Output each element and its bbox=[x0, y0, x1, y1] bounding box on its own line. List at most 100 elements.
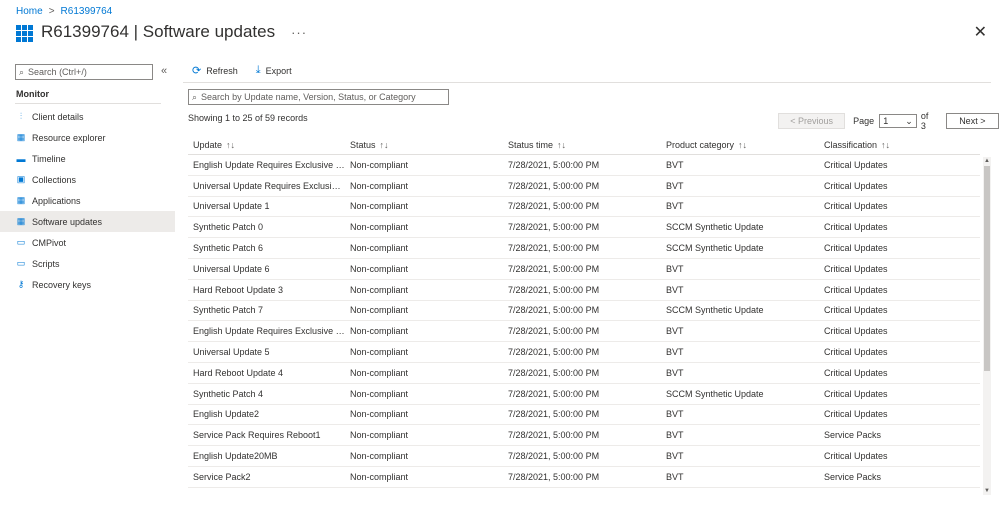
table-cell: 7/28/2021, 5:00:00 PM bbox=[508, 409, 600, 420]
table-cell: 7/28/2021, 5:00:00 PM bbox=[508, 430, 600, 441]
export-button[interactable]: ⤓ Export bbox=[256, 64, 292, 77]
sidebar-item-cmpivot[interactable]: ▭ CMPivot bbox=[0, 232, 175, 253]
table-cell: Critical Updates bbox=[824, 284, 888, 295]
section-label-monitor: Monitor bbox=[16, 89, 49, 99]
page-total: of 3 bbox=[920, 111, 929, 131]
export-label: Export bbox=[265, 65, 292, 76]
table-cell: Non-compliant bbox=[350, 180, 409, 191]
sort-icon[interactable]: ↑↓ bbox=[226, 140, 235, 150]
sidebar-item-recovery-keys[interactable]: ⚷ Recovery keys bbox=[0, 274, 175, 295]
sidebar-item-software-updates[interactable]: ▦ Software updates bbox=[0, 211, 175, 232]
sidebar-item-label: Timeline bbox=[32, 153, 66, 164]
column-header-product-category[interactable]: Product category ↑↓ bbox=[661, 140, 819, 150]
table-cell: Non-compliant bbox=[350, 326, 409, 337]
table-cell: 7/28/2021, 5:00:00 PM bbox=[508, 263, 600, 274]
table-cell: SCCM Synthetic Update bbox=[666, 243, 764, 254]
sidebar: ⌕ Search (Ctrl+/) « Monitor ⫶ Client deta… bbox=[0, 60, 175, 509]
sort-icon[interactable]: ↑↓ bbox=[881, 140, 890, 150]
sidebar-item-label: Applications bbox=[32, 195, 81, 206]
table-cell: Synthetic Patch 0 bbox=[193, 222, 264, 233]
divider bbox=[183, 82, 991, 83]
table-row[interactable]: Universal Update Requires Exclusive H...… bbox=[188, 176, 980, 197]
breadcrumb-home[interactable]: Home bbox=[16, 6, 43, 17]
table-row[interactable]: English Update Requires Exclusive Han...… bbox=[188, 155, 980, 176]
updates-table: Update ↑↓ Status ↑↓ Status time ↑↓ Product cat… bbox=[188, 135, 980, 491]
table-cell: Non-compliant bbox=[350, 388, 409, 399]
table-row[interactable]: English Update2 Non-compliant 7/28/2021, 5… bbox=[188, 405, 980, 426]
collapse-sidebar-icon[interactable]: « bbox=[161, 65, 167, 77]
scroll-down-icon[interactable]: ▼ bbox=[983, 487, 991, 495]
table-row[interactable]: English Update Requires Exclusive Han...… bbox=[188, 321, 980, 343]
sidebar-item-client-details[interactable]: ⫶ Client details bbox=[0, 106, 175, 127]
table-cell: BVT bbox=[666, 180, 684, 191]
column-header-label: Product category bbox=[666, 139, 735, 150]
table-row[interactable]: Synthetic Patch 7 Non-compliant 7/28/2021,… bbox=[188, 301, 980, 322]
vertical-scrollbar[interactable]: ▲ ▼ bbox=[983, 157, 991, 495]
sidebar-item-resource-explorer[interactable]: ▦ Resource explorer bbox=[0, 127, 175, 148]
table-row[interactable]: Synthetic Patch 6 Non-compliant 7/28/2021,… bbox=[188, 238, 980, 259]
breadcrumb-current[interactable]: R61399764 bbox=[61, 6, 113, 17]
column-header-status[interactable]: Status ↑↓ bbox=[345, 140, 503, 150]
page-value: 1 bbox=[883, 116, 889, 126]
close-button[interactable]: ✕ bbox=[974, 25, 987, 41]
table-row[interactable]: Service Pack2 Non-compliant 7/28/2021, 5:0… bbox=[188, 467, 980, 488]
sidebar-item-timeline[interactable]: ▬ Timeline bbox=[0, 148, 175, 169]
table-cell: 7/28/2021, 5:00:00 PM bbox=[508, 222, 600, 233]
column-header-classification[interactable]: Classification ↑↓ bbox=[819, 140, 980, 150]
table-cell: 7/28/2021, 5:00:00 PM bbox=[508, 367, 600, 378]
scroll-thumb[interactable] bbox=[984, 166, 990, 371]
table-cell: Hard Reboot Update 4 bbox=[193, 367, 284, 378]
refresh-button[interactable]: ⟳ Refresh bbox=[192, 64, 238, 77]
table-cell: Service Packs bbox=[824, 430, 882, 441]
table-row[interactable]: Service Pack Requires Reboot1 Non-complia… bbox=[188, 425, 980, 447]
sort-icon[interactable]: ↑↓ bbox=[738, 140, 747, 150]
column-header-label: Status time bbox=[508, 139, 554, 150]
table-cell: Critical Updates bbox=[824, 409, 888, 420]
page-select[interactable]: 1 ⌄ bbox=[879, 114, 917, 128]
table-cell: Critical Updates bbox=[824, 222, 888, 233]
table-cell: Universal Update 5 bbox=[193, 347, 270, 358]
table-row[interactable]: Universal Update 6 Non-compliant 7/28/2021… bbox=[188, 259, 980, 280]
table-row[interactable]: Hard Reboot Update 3 Non-compliant 7/28/20… bbox=[188, 280, 980, 301]
scroll-up-icon[interactable]: ▲ bbox=[983, 157, 991, 165]
table-cell: Universal Update 6 bbox=[193, 263, 270, 274]
table-row[interactable]: English Update20MB Non-compliant 7/28/2021… bbox=[188, 446, 980, 467]
sort-icon[interactable]: ↑↓ bbox=[557, 140, 566, 150]
resource-explorer-icon: ▦ bbox=[16, 132, 26, 142]
sort-icon[interactable]: ↑↓ bbox=[380, 140, 389, 150]
table-row[interactable]: Synthetic Patch 4 Non-compliant 7/28/2021,… bbox=[188, 384, 980, 405]
main-search-input[interactable]: ⌕ Search by Update name, Version, Status… bbox=[188, 89, 449, 105]
table-cell: Hard Reboot Update 3 bbox=[193, 284, 284, 295]
sidebar-item-label: Client details bbox=[32, 111, 84, 122]
sidebar-item-scripts[interactable]: ▭ Scripts bbox=[0, 253, 175, 274]
page-title: R61399764 | Software updates bbox=[41, 22, 276, 41]
client-details-icon: ⫶ bbox=[19, 111, 23, 121]
table-cell: Service Pack2 bbox=[193, 471, 251, 482]
table-row[interactable]: Hard Reboot Update 4 Non-compliant 7/28/20… bbox=[188, 363, 980, 384]
refresh-label: Refresh bbox=[206, 65, 238, 76]
sidebar-search-input[interactable]: ⌕ Search (Ctrl+/) bbox=[15, 64, 153, 80]
table-row[interactable]: Universal Update 1 Non-compliant 7/28/2021… bbox=[188, 197, 980, 218]
table-row[interactable]: Universal Update 5 Non-compliant 7/28/2021… bbox=[188, 342, 980, 363]
table-cell: Non-compliant bbox=[350, 451, 409, 462]
table-cell: Critical Updates bbox=[824, 243, 888, 254]
column-header-update[interactable]: Update ↑↓ bbox=[188, 140, 345, 150]
previous-button[interactable]: < Previous bbox=[778, 113, 846, 129]
applications-icon: ▦ bbox=[16, 195, 26, 205]
table-header: Update ↑↓ Status ↑↓ Status time ↑↓ Product cat… bbox=[188, 135, 980, 155]
column-header-status-time[interactable]: Status time ↑↓ bbox=[503, 140, 661, 150]
sidebar-item-collections[interactable]: ▣ Collections bbox=[0, 169, 175, 190]
next-button[interactable]: Next > bbox=[945, 113, 999, 129]
table-row[interactable]: Synthetic Patch 0 Non-compliant 7/28/2021,… bbox=[188, 217, 980, 239]
table-cell: Non-compliant bbox=[350, 201, 409, 212]
table-cell: BVT bbox=[666, 263, 684, 274]
sidebar-item-applications[interactable]: ▦ Applications bbox=[0, 190, 175, 211]
sidebar-item-label: Software updates bbox=[32, 216, 103, 227]
sidebar-nav: ⫶ Client details ▦ Resource explorer ▬ Timeli… bbox=[0, 106, 175, 295]
more-options-icon[interactable]: ··· bbox=[291, 25, 307, 40]
table-cell: BVT bbox=[666, 347, 684, 358]
table-cell: Universal Update Requires Exclusive H... bbox=[193, 180, 345, 191]
table-cell: BVT bbox=[666, 159, 684, 170]
table-cell: Synthetic Patch 6 bbox=[193, 243, 264, 254]
sidebar-item-label: Scripts bbox=[32, 258, 60, 269]
